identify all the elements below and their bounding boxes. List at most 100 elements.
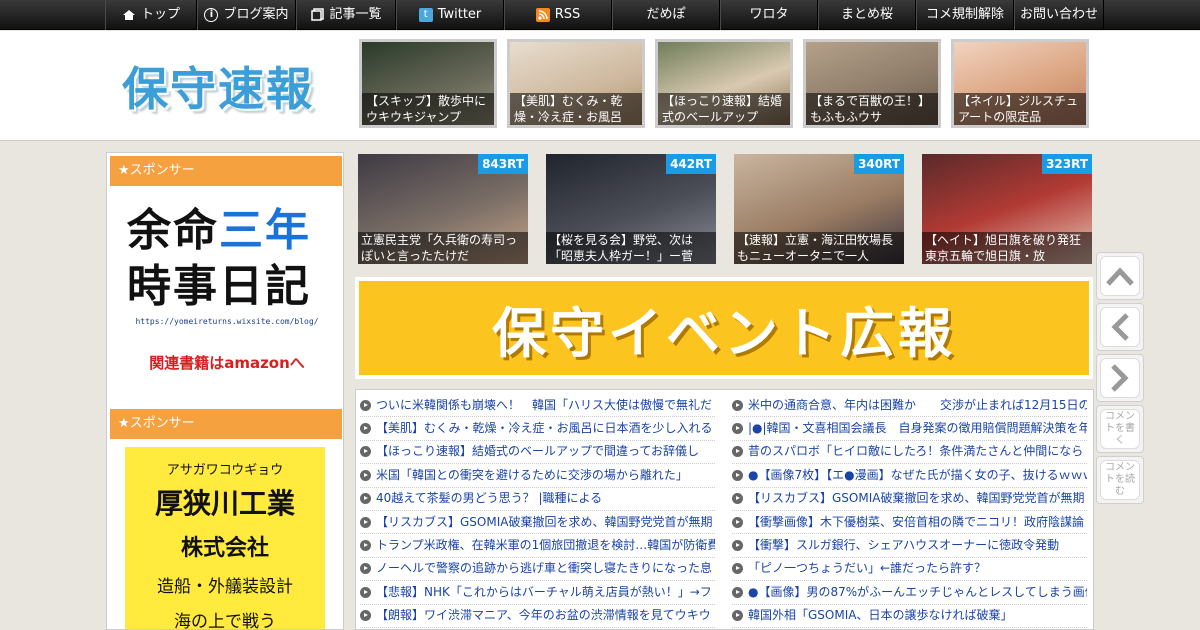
play-bullet-icon (732, 610, 743, 622)
header-thumb-4[interactable]: 【まるで百獣の王！】もふもふウサ (803, 39, 941, 128)
sponsor-ad-asagawa[interactable]: アサガワコウギョウ 厚狭川工業 株式会社 造船・外艤装設計 海の上で戦う (125, 447, 325, 630)
headline-text: ノーヘルで警察の追跡から逃げ車と衝突し寝たきりになった息 (376, 561, 713, 576)
play-bullet-icon (360, 399, 371, 411)
rt-article-caption: 【ヘイト】旭日旗を破り発狂 東京五輪で旭日旗・放 (922, 232, 1092, 264)
headline-item[interactable]: 【衝撃】スルガ銀行、シェアハウスオーナーに徳政令発動 (732, 534, 1087, 558)
nav-comment-unblock[interactable]: コメ規制解除 (916, 0, 1014, 30)
headline-text: トランプ米政権、在韓米軍の1個旅団撤退を検討…韓国が防衛費 (376, 538, 715, 553)
header-thumb-5[interactable]: 【ネイル】ジルスチュアートの限定品 (951, 39, 1089, 128)
ad-yomei-amazon-link[interactable]: 関連書籍はamazonへ (127, 352, 327, 373)
headline-item[interactable]: 韓国外相「GSOMIA、日本の譲歩なければ破棄」 (732, 605, 1087, 628)
headline-text: 昔のスパロボ「ヒイロ敵にしたろ！条件満たさんと仲間になら (748, 444, 1084, 459)
play-bullet-icon (360, 610, 371, 622)
site-header: 保守速報 【スキップ】散歩中にウキウキジャンプ 【美肌】むくみ・乾燥・冷え症・お… (0, 31, 1200, 141)
play-bullet-icon (360, 516, 371, 528)
nav-article-list[interactable]: 記事一覧 (296, 0, 396, 30)
headline-text: 「ピノ一つちょうだい」←誰だったら許す？ (748, 561, 987, 576)
headline-item[interactable]: 【リスカブス】GSOMIA破棄撤回を求め、韓国野党党首が無期 (732, 488, 1087, 511)
header-thumb-3[interactable]: 【ほっこり速報】結婚式のベールアップ (655, 39, 793, 128)
headline-text: 【衝撃画像】木下優樹菜、安倍首相の隣でニコリ！政府陰謀論 (748, 514, 1085, 529)
headline-item[interactable]: 【リスカブス】GSOMIA破棄撤回を求め、韓国野党党首が無期 (360, 511, 715, 535)
comment-write-label: コメントを書く (1100, 409, 1140, 449)
headline-text: 米中の通商合意、年内は困難か 交渉が止まれば12月15日の (748, 397, 1087, 412)
rt-count-badge: 843RT (478, 154, 528, 174)
headline-item[interactable]: 40越えて茶髪の男どう思う？ |職種による (360, 488, 715, 511)
ad-asagawa-company-type: 株式会社 (180, 536, 269, 561)
comment-write-button[interactable]: コメントを書く (1096, 405, 1144, 453)
header-thumb-caption: 【スキップ】散歩中にウキウキジャンプ (362, 93, 494, 125)
headline-item[interactable]: 【ほっこり速報】結婚式のベールアップで間違ってお辞儀し (360, 441, 715, 465)
ad-asagawa-kana: アサガワコウギョウ (166, 463, 284, 478)
rt-article-2[interactable]: 442RT 【桜を見る会】野党、次は「昭恵夫人枠ガー！」ー菅 (546, 154, 716, 264)
comment-read-label: コメントを読む (1100, 460, 1140, 500)
header-thumb-caption: 【ネイル】ジルスチュアートの限定品 (954, 93, 1086, 125)
next-article-button[interactable] (1096, 354, 1144, 402)
event-banner-text: 保守イベント広報 (492, 301, 956, 365)
comment-read-button[interactable]: コメントを読む (1096, 456, 1144, 504)
sponsor-ad-yomei[interactable]: 余命三年 時事日記 https://yomeireturns.wixsite.c… (127, 203, 327, 373)
nav-rss-label: RSS (554, 7, 581, 22)
headline-item[interactable]: ついに米韓関係も崩壊へ！ 韓国「ハリス大使は傲慢で無礼だ (360, 394, 715, 418)
nav-matome-sakura-label: まとめ桜 (840, 7, 893, 22)
header-thumb-2[interactable]: 【美肌】むくみ・乾燥・冷え症・お風呂 (507, 39, 645, 128)
headline-item[interactable]: トランプ米政権、在韓米軍の1個旅団撤退を検討…韓国が防衛費 (360, 534, 715, 558)
chevron-left-icon (1100, 307, 1140, 347)
nav-rss[interactable]: RSS (504, 0, 612, 30)
ad-yomei-url: https://yomeireturns.wixsite.com/blog/ (135, 317, 319, 326)
headline-item[interactable]: ●【画像7枚】【エ●漫画】なぜた氏が描く女の子、抜けるｗｗｗ (732, 464, 1087, 488)
headline-item[interactable]: ●【画像】男の87%がふーんエッチじゃんとレスしてしまう画像 (732, 581, 1087, 605)
play-bullet-icon (360, 586, 371, 598)
top-navigation-bar: トップ i ブログ案内 記事一覧 t Twitter RSS だめぽ ワロタ ま… (0, 0, 1200, 30)
site-logo[interactable]: 保守速報 (122, 53, 314, 116)
headline-item[interactable]: 【朗報】ワイ渋滞マニア、今年のお盆の渋滞情報を見てウキウ (360, 605, 715, 628)
nav-damepo[interactable]: だめぽ (612, 0, 720, 30)
play-bullet-icon (732, 540, 743, 552)
ad-asagawa-business: 造船・外艤装設計 (157, 577, 293, 597)
headline-item[interactable]: |●|韓国・文喜相国会議長 自身発案の徴用賠償問題解決策を年 (732, 417, 1087, 441)
play-bullet-icon (732, 423, 743, 435)
sponsor-heading: ★スポンサー (110, 156, 342, 186)
nav-twitter[interactable]: t Twitter (396, 0, 504, 30)
nav-matome-sakura[interactable]: まとめ桜 (818, 0, 916, 30)
nav-comment-unblock-label: コメ規制解除 (925, 7, 1004, 22)
nav-top-label: トップ (140, 7, 180, 22)
headline-text: ●【画像7枚】【エ●漫画】なぜた氏が描く女の子、抜けるｗｗｗ (748, 467, 1087, 482)
chevron-right-icon (1100, 358, 1140, 398)
rt-article-1[interactable]: 843RT 立憲民主党「久兵衛の寿司っぽいと言ったたけだ (358, 154, 528, 264)
header-thumb-caption: 【美肌】むくみ・乾燥・冷え症・お風呂 (510, 93, 642, 125)
home-icon (122, 8, 136, 22)
info-icon: i (204, 8, 219, 22)
event-banner[interactable]: 保守イベント広報 (355, 277, 1093, 379)
nav-top[interactable]: トップ (105, 0, 197, 30)
headline-item[interactable]: 「ピノ一つちょうだい」←誰だったら許す？ (732, 558, 1087, 582)
list-icon (310, 8, 324, 22)
rt-article-4[interactable]: 323RT 【ヘイト】旭日旗を破り発狂 東京五輪で旭日旗・放 (922, 154, 1092, 264)
headline-item[interactable]: 昔のスパロボ「ヒイロ敵にしたろ！条件満たさんと仲間になら (732, 441, 1087, 465)
headline-item[interactable]: 【衝撃画像】木下優樹菜、安倍首相の隣でニコリ！政府陰謀論 (732, 511, 1087, 535)
play-bullet-icon (732, 399, 743, 411)
ad-asagawa-tagline: 海の上で戦う (174, 612, 276, 630)
headline-list: ついに米韓関係も崩壊へ！ 韓国「ハリス大使は傲慢で無礼だ 【美肌】むくみ・乾燥・… (355, 389, 1094, 630)
rt-article-3[interactable]: 340RT 【速報】立憲・海江田牧場長もニューオータニで一人 (734, 154, 904, 264)
headline-item[interactable]: 【悲報】NHK「これからはバーチャル萌え店員が熱い！」→フ (360, 581, 715, 605)
headline-item[interactable]: 米中の通商合意、年内は困難か 交渉が止まれば12月15日の (732, 394, 1087, 418)
nav-contact[interactable]: お問い合わせ (1014, 0, 1104, 30)
headline-item[interactable]: 米国「韓国との衝突を避けるために交渉の場から離れた」 (360, 464, 715, 488)
headline-text: ついに米韓関係も崩壊へ！ 韓国「ハリス大使は傲慢で無礼だ (376, 397, 713, 412)
headline-item[interactable]: 【美肌】むくみ・乾燥・冷え症・お風呂に日本酒を少し入れる (360, 417, 715, 441)
rt-article-caption: 【桜を見る会】野党、次は「昭恵夫人枠ガー！」ー菅 (546, 232, 716, 264)
nav-blog-guide[interactable]: i ブログ案内 (197, 0, 296, 30)
nav-damepo-label: だめぽ (646, 7, 686, 22)
nav-twitter-label: Twitter (437, 7, 482, 22)
headline-text: 40越えて茶髪の男どう思う？ |職種による (376, 491, 603, 506)
headline-text: |●|韓国・文喜相国会議長 自身発案の徴用賠償問題解決策を年 (748, 421, 1087, 436)
nav-warota[interactable]: ワロタ (720, 0, 818, 30)
headline-text: 【ほっこり速報】結婚式のベールアップで間違ってお辞儀し (376, 444, 700, 459)
header-thumb-1[interactable]: 【スキップ】散歩中にウキウキジャンプ (359, 39, 497, 128)
previous-article-button[interactable] (1096, 303, 1144, 351)
headline-item[interactable]: ノーヘルで警察の追跡から逃げ車と衝突し寝たきりになった息 (360, 558, 715, 582)
rt-article-caption: 立憲民主党「久兵衛の寿司っぽいと言ったたけだ (358, 232, 528, 264)
sponsor-heading-2: ★スポンサー (110, 409, 342, 439)
scroll-top-button[interactable] (1096, 252, 1144, 300)
play-bullet-icon (732, 516, 743, 528)
